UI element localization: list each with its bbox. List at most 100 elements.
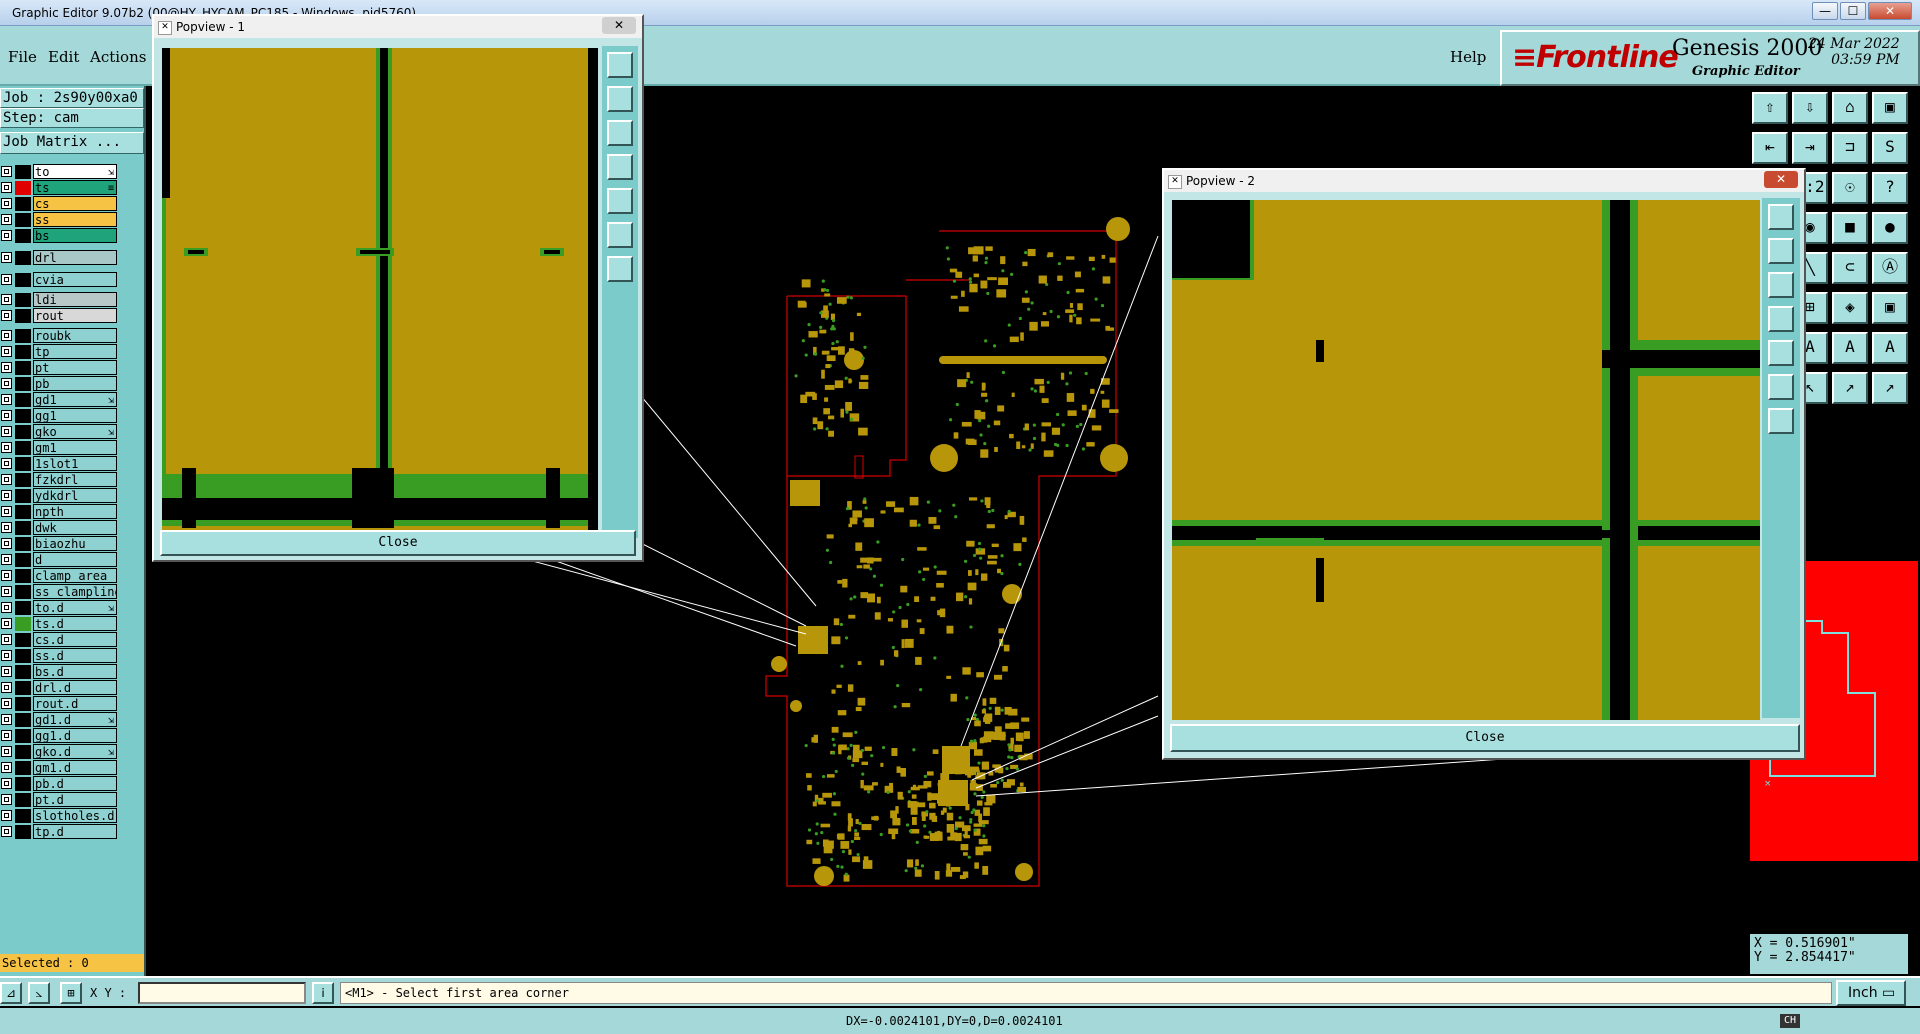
layer-color-swatch[interactable] — [15, 793, 31, 807]
layer-checkbox[interactable] — [1, 714, 12, 725]
layer-name[interactable]: ldi — [33, 292, 117, 307]
layer-row[interactable]: ss.d — [0, 648, 118, 663]
layer-row[interactable]: d — [0, 552, 118, 567]
layer-row[interactable]: ldi — [0, 292, 118, 307]
grid-icon[interactable]: ⊞ — [60, 982, 82, 1004]
tool-button[interactable]: ⇧ — [1752, 92, 1788, 124]
layer-row[interactable]: gm1 — [0, 440, 118, 455]
job-matrix-button[interactable]: Job Matrix ... — [0, 132, 144, 154]
layer-checkbox[interactable] — [1, 346, 12, 357]
layer-row[interactable]: gko.d ⇲ — [0, 744, 118, 759]
layer-row[interactable]: cs — [0, 196, 118, 211]
layer-color-swatch[interactable] — [15, 777, 31, 791]
tool-button[interactable]: ▣ — [1872, 292, 1908, 324]
layer-name[interactable]: gd1.d ⇲ — [33, 712, 117, 727]
tool-button[interactable]: A — [1832, 332, 1868, 364]
tool-button[interactable]: ↗ — [1832, 372, 1868, 404]
layer-name[interactable]: d — [33, 552, 117, 567]
layer-checkbox[interactable] — [1, 214, 12, 225]
unit-selector[interactable]: Inch ▭ — [1836, 980, 1906, 1006]
pv1-tool-3[interactable] — [607, 120, 633, 146]
layer-name[interactable]: gg1.d — [33, 728, 117, 743]
popview-1-close-button[interactable]: Close — [160, 530, 636, 556]
layer-checkbox[interactable] — [1, 182, 12, 193]
layer-name[interactable]: cs — [33, 196, 117, 211]
layer-checkbox[interactable] — [1, 410, 12, 421]
layer-checkbox[interactable] — [1, 538, 12, 549]
layer-name[interactable]: cvia — [33, 272, 117, 287]
layer-color-swatch[interactable] — [15, 601, 31, 615]
layer-color-swatch[interactable] — [15, 617, 31, 631]
tool-button[interactable]: ■ — [1832, 212, 1868, 244]
tool-button[interactable]: ⌂ — [1832, 92, 1868, 124]
layer-name[interactable]: 1slot1 — [33, 456, 117, 471]
layer-name[interactable]: ss — [33, 212, 117, 227]
menu-actions[interactable]: Actions — [90, 48, 146, 66]
layer-row[interactable]: gko ⇲ — [0, 424, 118, 439]
layer-checkbox[interactable] — [1, 394, 12, 405]
layer-name[interactable]: ss.d — [33, 648, 117, 663]
layer-name[interactable]: npth — [33, 504, 117, 519]
layer-checkbox[interactable] — [1, 730, 12, 741]
layer-name[interactable]: roubk — [33, 328, 117, 343]
layer-color-swatch[interactable] — [15, 293, 31, 307]
layer-name[interactable]: gko.d ⇲ — [33, 744, 117, 759]
tool-button[interactable]: ? — [1872, 172, 1908, 204]
layer-row[interactable]: clamp_area — [0, 568, 118, 583]
layer-color-swatch[interactable] — [15, 569, 31, 583]
layer-row[interactable]: to ⇲ — [0, 164, 118, 179]
layer-row[interactable]: rout — [0, 308, 118, 323]
popview-1-titlebar[interactable]: ✕ Popview - 1 ✕ — [154, 16, 642, 38]
layer-name[interactable]: ss_clampline — [33, 584, 117, 599]
layer-color-swatch[interactable] — [15, 665, 31, 679]
layer-name[interactable]: to ⇲ — [33, 164, 117, 179]
layer-checkbox[interactable] — [1, 826, 12, 837]
layer-checkbox[interactable] — [1, 252, 12, 263]
layer-color-swatch[interactable] — [15, 197, 31, 211]
info-icon[interactable]: ⅰ — [312, 982, 334, 1004]
tool-button[interactable]: ⇥ — [1792, 132, 1828, 164]
layer-color-swatch[interactable] — [15, 697, 31, 711]
tool-button[interactable]: Ⓐ — [1872, 252, 1908, 284]
popview-1-close-icon[interactable]: ✕ — [602, 17, 636, 34]
layer-row[interactable]: ts ≡ — [0, 180, 118, 195]
layer-checkbox[interactable] — [1, 586, 12, 597]
maximize-button[interactable]: ☐ — [1840, 2, 1866, 20]
layer-name[interactable]: pb.d — [33, 776, 117, 791]
tool-button[interactable]: ☉ — [1832, 172, 1868, 204]
layer-checkbox[interactable] — [1, 458, 12, 469]
layer-color-swatch[interactable] — [15, 809, 31, 823]
layer-color-swatch[interactable] — [15, 585, 31, 599]
layer-color-swatch[interactable] — [15, 681, 31, 695]
layer-color-swatch[interactable] — [15, 181, 31, 195]
layer-name[interactable]: bs — [33, 228, 117, 243]
layer-color-swatch[interactable] — [15, 377, 31, 391]
layer-checkbox[interactable] — [1, 698, 12, 709]
pv2-tool-3[interactable] — [1768, 272, 1794, 298]
layer-checkbox[interactable] — [1, 166, 12, 177]
layer-name[interactable]: pt.d — [33, 792, 117, 807]
layer-row[interactable]: ts.d — [0, 616, 118, 631]
layer-row[interactable]: dwk — [0, 520, 118, 535]
layer-checkbox[interactable] — [1, 378, 12, 389]
layer-checkbox[interactable] — [1, 778, 12, 789]
layer-checkbox[interactable] — [1, 602, 12, 613]
layer-name[interactable]: slotholes.d — [33, 808, 117, 823]
layer-row[interactable]: gd1 ⇲ — [0, 392, 118, 407]
layer-name[interactable]: tp.d — [33, 824, 117, 839]
layer-checkbox[interactable] — [1, 570, 12, 581]
layer-checkbox[interactable] — [1, 666, 12, 677]
pv1-tool-4[interactable] — [607, 154, 633, 180]
layer-checkbox[interactable] — [1, 474, 12, 485]
layer-name[interactable]: rout — [33, 308, 117, 323]
pv2-tool-2[interactable] — [1768, 238, 1794, 264]
layer-color-swatch[interactable] — [15, 273, 31, 287]
layer-name[interactable]: pb — [33, 376, 117, 391]
layer-color-swatch[interactable] — [15, 729, 31, 743]
menu-help[interactable]: Help — [1450, 48, 1486, 66]
layer-checkbox[interactable] — [1, 442, 12, 453]
pv1-tool-5[interactable] — [607, 188, 633, 214]
tool-button[interactable]: ● — [1872, 212, 1908, 244]
layer-row[interactable]: npth — [0, 504, 118, 519]
layer-name[interactable]: gm1.d — [33, 760, 117, 775]
